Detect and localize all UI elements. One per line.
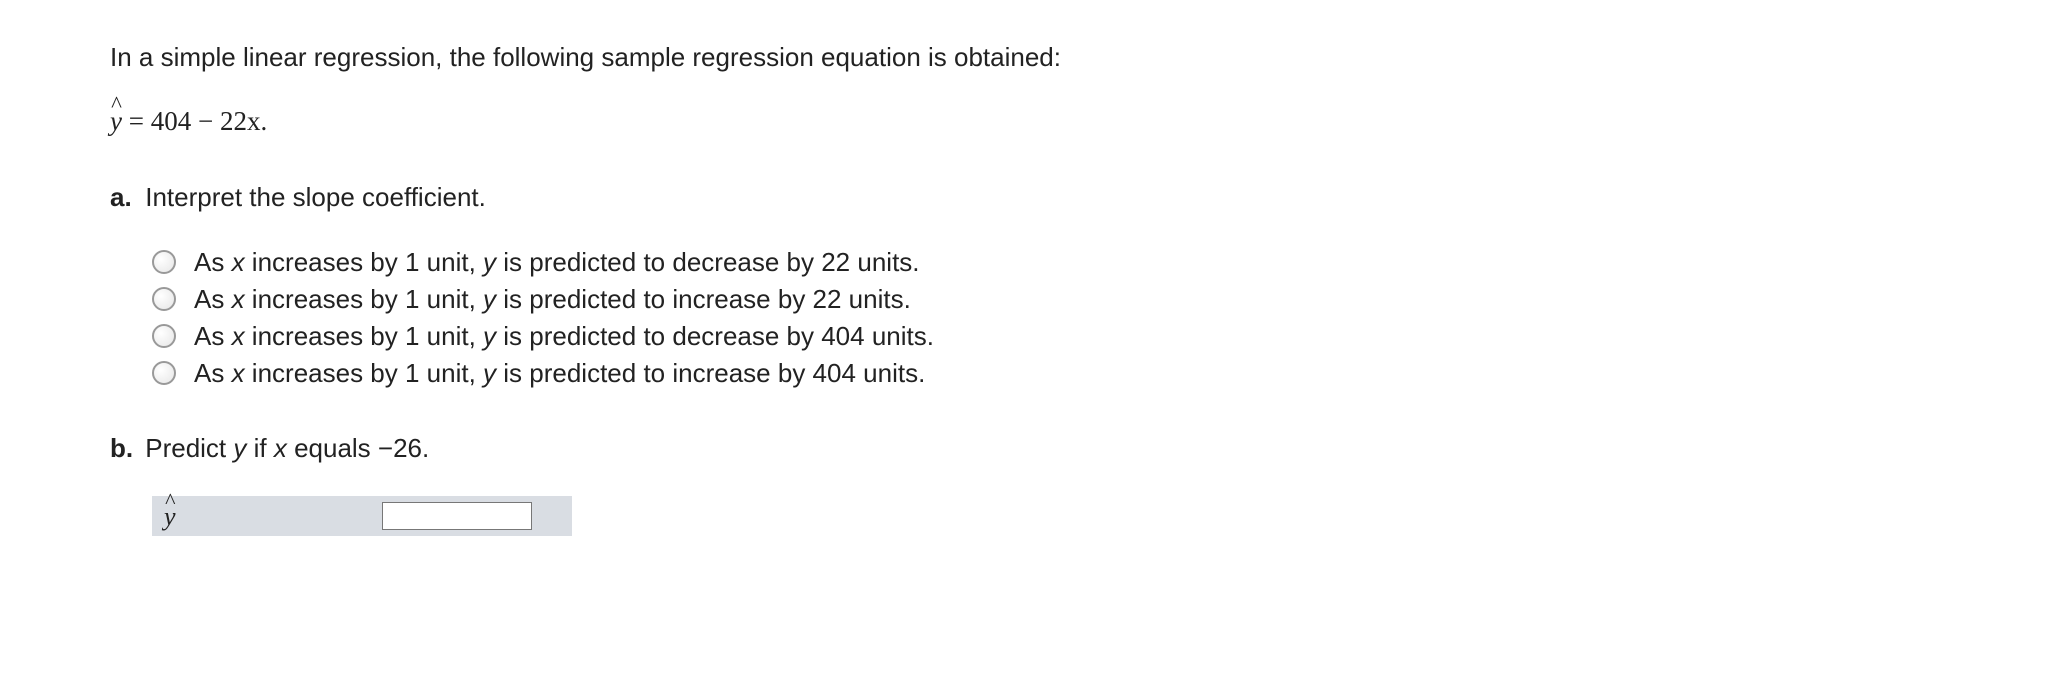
question-a: a. Interpret the slope coefficient. <box>110 180 1936 215</box>
option-row: As x increases by 1 unit, y is predicted… <box>152 282 1936 317</box>
opt-pre: As <box>194 358 232 388</box>
opt-mid: increases by 1 unit, <box>245 358 483 388</box>
b-mid: if <box>246 433 273 463</box>
opt-pre: As <box>194 321 232 351</box>
option-row: As x increases by 1 unit, y is predicted… <box>152 356 1936 391</box>
opt-pre: As <box>194 284 232 314</box>
yhat-symbol: y <box>110 103 122 139</box>
part-b-prompt: Predict y if x equals −26. <box>145 433 429 463</box>
opt-y: y <box>483 321 496 351</box>
opt-post: is predicted to decrease by 404 units. <box>496 321 934 351</box>
opt-post: is predicted to increase by 404 units. <box>496 358 925 388</box>
opt-y: y <box>483 284 496 314</box>
radio-button[interactable] <box>152 250 176 274</box>
answer-row: y <box>152 496 572 536</box>
radio-button[interactable] <box>152 361 176 385</box>
radio-button[interactable] <box>152 287 176 311</box>
yhat-input[interactable] <box>382 502 532 530</box>
opt-pre: As <box>194 247 232 277</box>
opt-x: x <box>232 358 245 388</box>
opt-post: is predicted to increase by 22 units. <box>496 284 911 314</box>
regression-equation: y = 404 − 22x. <box>110 103 1936 139</box>
opt-y: y <box>483 358 496 388</box>
part-a-options: As x increases by 1 unit, y is predicted… <box>152 245 1936 391</box>
opt-x: x <box>232 247 245 277</box>
question-b: b. Predict y if x equals −26. <box>110 431 1936 466</box>
option-row: As x increases by 1 unit, y is predicted… <box>152 319 1936 354</box>
answer-input-wrap <box>382 496 572 536</box>
b-pre: Predict <box>145 433 233 463</box>
b-y: y <box>233 433 246 463</box>
yhat-symbol: y <box>164 499 176 534</box>
radio-button[interactable] <box>152 324 176 348</box>
equation-rhs: = 404 − 22x. <box>129 106 267 136</box>
opt-x: x <box>232 321 245 351</box>
part-a-prompt: Interpret the slope coefficient. <box>145 182 486 212</box>
option-text: As x increases by 1 unit, y is predicted… <box>194 319 934 354</box>
intro-text: In a simple linear regression, the follo… <box>110 40 1936 75</box>
opt-y: y <box>483 247 496 277</box>
opt-mid: increases by 1 unit, <box>245 247 483 277</box>
answer-label: y <box>152 496 382 536</box>
opt-post: is predicted to decrease by 22 units. <box>496 247 919 277</box>
option-text: As x increases by 1 unit, y is predicted… <box>194 282 911 317</box>
opt-mid: increases by 1 unit, <box>245 321 483 351</box>
option-text: As x increases by 1 unit, y is predicted… <box>194 356 925 391</box>
part-a-label: a. <box>110 180 138 215</box>
opt-x: x <box>232 284 245 314</box>
b-post: equals −26. <box>287 433 429 463</box>
option-text: As x increases by 1 unit, y is predicted… <box>194 245 920 280</box>
option-row: As x increases by 1 unit, y is predicted… <box>152 245 1936 280</box>
b-x: x <box>274 433 287 463</box>
part-b-label: b. <box>110 431 138 466</box>
opt-mid: increases by 1 unit, <box>245 284 483 314</box>
